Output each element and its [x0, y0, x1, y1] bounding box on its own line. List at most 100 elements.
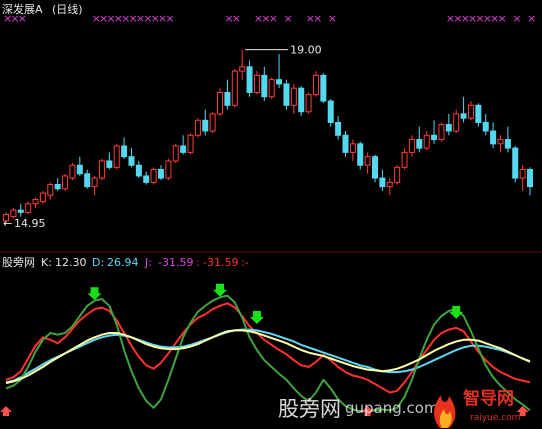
stock-chart: 深发展A (日线) ××× ××××××××××× ×× ××× × ×× × ×××××××… — [0, 0, 542, 429]
candle — [394, 165, 401, 185]
candle-body — [305, 94, 312, 113]
extra-value: -31.59 — [203, 256, 238, 269]
candle-body — [386, 181, 393, 188]
candle — [305, 92, 312, 114]
candle-body — [217, 91, 224, 115]
candle-body — [32, 198, 39, 205]
candle-body — [47, 184, 54, 196]
candle-body — [379, 177, 386, 188]
candle — [62, 173, 69, 191]
candle — [165, 158, 172, 181]
candle-body — [10, 209, 17, 218]
candle-body — [320, 74, 327, 102]
candle — [283, 79, 290, 110]
k-value: 12.30 — [55, 256, 87, 269]
candle-body — [76, 164, 83, 175]
candle-body — [357, 143, 364, 166]
candle-body — [394, 166, 401, 183]
candle — [113, 143, 120, 170]
signal-x: × — [232, 12, 241, 25]
candle-body — [416, 139, 423, 149]
candle-body — [172, 145, 179, 162]
candle — [194, 118, 201, 138]
candle — [342, 131, 349, 157]
candle — [39, 190, 46, 204]
candle-body — [187, 134, 194, 153]
candle-body — [312, 74, 319, 96]
candle-body — [106, 160, 113, 168]
d-value: 26.94 — [107, 256, 139, 269]
candle-body — [113, 145, 120, 168]
candle — [209, 111, 216, 134]
candle — [25, 201, 32, 215]
candle-body — [431, 134, 438, 141]
candle-body — [143, 175, 150, 183]
candle-body — [438, 124, 445, 141]
j-label: J: — [144, 256, 152, 269]
header-tail: :- — [241, 256, 249, 269]
j-value: -31.59 — [158, 256, 193, 269]
candle-body — [62, 175, 69, 190]
candle-body — [512, 147, 519, 179]
signal-x: × — [512, 12, 521, 25]
candle-body — [180, 145, 187, 153]
candle-body — [423, 134, 430, 149]
candle-body — [497, 139, 504, 145]
candle-body — [209, 113, 216, 132]
chart-background — [0, 0, 542, 429]
candle-body — [25, 203, 32, 213]
candle-body — [84, 173, 91, 188]
k-label: K: — [41, 256, 52, 269]
candle-body — [91, 177, 98, 188]
candle — [172, 143, 179, 164]
candle-body — [372, 156, 379, 179]
candle-body — [519, 169, 526, 179]
candle-body — [445, 124, 452, 132]
low-annotation: ← 14.95 — [3, 217, 46, 230]
candle-body — [17, 209, 24, 213]
candle-body — [39, 192, 46, 203]
indicator-name: 股旁网 — [2, 255, 35, 269]
low-pointer: ← — [3, 217, 12, 230]
d-label: D: — [92, 256, 104, 269]
candle-body — [268, 79, 275, 98]
candle-body — [283, 83, 290, 106]
candle — [372, 154, 379, 183]
candle-body — [453, 113, 460, 132]
signal-x: × — [269, 12, 278, 25]
candle-body — [231, 70, 238, 106]
candle-body — [239, 66, 246, 72]
signal-x: × — [313, 12, 322, 25]
candle — [187, 133, 194, 155]
candle-body — [475, 104, 482, 123]
candle-body — [408, 139, 415, 153]
candle-body — [342, 134, 349, 153]
extra-label: : — [196, 256, 200, 269]
candle — [217, 88, 224, 117]
candle-body — [194, 119, 201, 136]
signal-x: × — [165, 12, 174, 25]
candle-body — [261, 74, 268, 98]
candle — [312, 71, 319, 97]
signal-x: × — [527, 12, 536, 25]
candle — [150, 167, 157, 185]
signal-x: × — [18, 12, 27, 25]
candle — [98, 158, 105, 181]
candle-body — [69, 164, 76, 179]
candle-body — [54, 184, 61, 190]
candle — [298, 86, 305, 117]
signal-x: × — [497, 12, 506, 25]
candle-body — [327, 100, 334, 123]
candle-body — [157, 169, 164, 179]
candle-body — [224, 91, 231, 106]
candle-body — [349, 143, 356, 153]
candle-body — [504, 139, 511, 149]
candle — [438, 122, 445, 142]
candle-body — [290, 87, 297, 106]
candle-body — [135, 164, 142, 177]
candle — [320, 73, 327, 104]
candle-body — [128, 156, 135, 166]
candle-body — [298, 87, 305, 113]
watermark-brand-cn: 智导网 — [463, 388, 514, 409]
candle — [231, 68, 238, 108]
